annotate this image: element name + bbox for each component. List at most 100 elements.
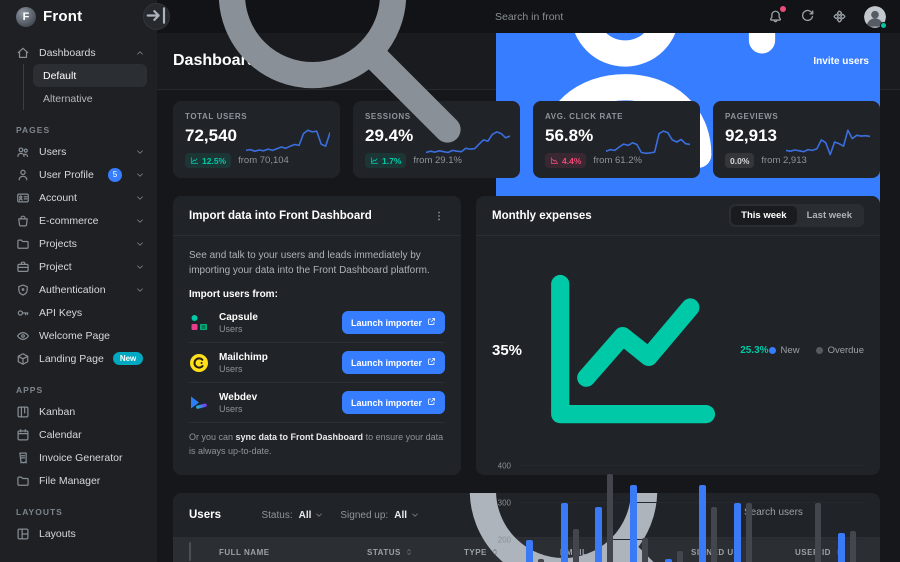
trend-up-icon <box>529 245 737 456</box>
bar-overdue[interactable] <box>607 474 613 562</box>
bar-overdue[interactable] <box>746 503 752 562</box>
avatar[interactable] <box>864 6 886 28</box>
folder-icon <box>16 474 30 488</box>
box-icon <box>16 352 30 366</box>
external-link-icon <box>427 397 436 408</box>
chart-plot <box>518 466 864 562</box>
sidebar-item-file-manager[interactable]: File Manager <box>0 469 157 492</box>
sidebar-item-landing-page[interactable]: Landing PageNew <box>0 347 157 370</box>
signed-up-filter[interactable]: Signed up: All <box>340 510 420 521</box>
search-input[interactable] <box>495 11 715 23</box>
sidebar-item-user-profile[interactable]: User Profile5 <box>0 163 157 186</box>
sidebar-section-heading-layouts: LAYOUTS <box>0 507 157 517</box>
legend-item-overdue[interactable]: Overdue <box>816 345 864 356</box>
bar-group-may-2 <box>553 466 588 562</box>
bar-chart: 4003002001000 <box>492 466 864 562</box>
launch-importer-button[interactable]: Launch importer <box>342 391 445 414</box>
import-source-name: Webdev <box>219 391 332 404</box>
launch-importer-button[interactable]: Launch importer <box>342 351 445 374</box>
chevron-down-icon <box>135 216 145 226</box>
sidebar-item-projects[interactable]: Projects <box>0 232 157 255</box>
sidebar-item-account[interactable]: Account <box>0 186 157 209</box>
sidebar-item-calendar[interactable]: Calendar <box>0 423 157 446</box>
bar-overdue[interactable] <box>815 503 821 562</box>
sidebar-nav: Dashboards DefaultAlternative PAGES UsersUs… <box>0 33 157 562</box>
chevron-down-icon <box>410 510 420 520</box>
bar-new[interactable] <box>699 485 706 562</box>
brand-logo[interactable]: F Front <box>0 0 157 33</box>
online-status-dot <box>880 22 887 29</box>
bar-overdue[interactable] <box>538 559 544 562</box>
sidebar: F Front Dashboards DefaultAlternative PAGE… <box>0 0 157 562</box>
sidebar-item-api-keys[interactable]: API Keys <box>0 301 157 324</box>
front-logo-icon: F <box>16 7 36 27</box>
bar-overdue[interactable] <box>677 551 683 562</box>
idcard-icon <box>16 191 30 205</box>
sidebar-item-authentication[interactable]: Authentication <box>0 278 157 301</box>
import-footer: Or you can sync data to Front Dashboard … <box>189 423 445 458</box>
bar-overdue[interactable] <box>711 507 717 562</box>
sidebar-item-dashboards[interactable]: Dashboards <box>0 41 157 64</box>
import-row-capsule: CapsuleUsers Launch importer <box>189 303 445 343</box>
legend-item-new[interactable]: New <box>769 345 800 356</box>
bar-new[interactable] <box>526 540 533 562</box>
chart-y-axis: 4003002001000 <box>492 466 518 562</box>
sidebar-collapse-button[interactable] <box>143 3 170 30</box>
topbar <box>157 0 900 33</box>
status-filter[interactable]: Status: All <box>261 510 324 521</box>
select-all-checkbox[interactable] <box>189 542 191 561</box>
chevron-down-icon <box>135 147 145 157</box>
sidebar-item-kanban[interactable]: Kanban <box>0 400 157 423</box>
sidebar-item-alternative[interactable]: Alternative <box>23 87 147 110</box>
sidebar-item-layouts[interactable]: Layouts <box>0 522 157 545</box>
import-card: Import data into Front Dashboard See and… <box>173 196 461 475</box>
bar-overdue[interactable] <box>850 531 856 562</box>
bar-group-may-6 <box>691 466 726 562</box>
import-row-webdev: WebdevUsersLaunch importer <box>189 383 445 423</box>
key-icon <box>16 306 30 320</box>
bar-new[interactable] <box>630 485 637 562</box>
sidebar-item-label: Layouts <box>39 528 145 540</box>
sidebar-section-heading-pages: PAGES <box>0 125 157 135</box>
bell-icon[interactable] <box>768 9 783 24</box>
sidebar-item-label: Invoice Generator <box>39 452 145 464</box>
column-header-status[interactable]: STATUS <box>367 548 464 557</box>
chevron-down-icon <box>135 193 145 203</box>
column-header-full-name: FULL NAME <box>219 548 367 557</box>
import-source-name: Mailchimp <box>219 351 332 364</box>
bar-overdue[interactable] <box>573 529 579 562</box>
y-tick-label: 200 <box>498 536 511 545</box>
kebab-menu-icon[interactable] <box>433 210 445 222</box>
bar-new[interactable] <box>561 503 568 562</box>
sidebar-item-default[interactable]: Default <box>23 64 147 87</box>
sync-data-link[interactable]: sync data to Front Dashboard <box>236 432 364 442</box>
sidebar-item-invoice-generator[interactable]: Invoice Generator <box>0 446 157 469</box>
bar-new[interactable] <box>838 533 845 562</box>
sidebar-item-label: Dashboards <box>39 47 126 59</box>
notification-dot <box>780 6 786 12</box>
import-row-text: CapsuleUsers <box>219 311 332 334</box>
folder-icon <box>16 237 30 251</box>
eye-icon <box>16 329 30 343</box>
refresh-icon[interactable] <box>800 9 815 24</box>
bar-group-may-7 <box>726 466 761 562</box>
this-week-button[interactable]: This week <box>731 206 796 225</box>
bar-new[interactable] <box>665 559 672 562</box>
sort-icon[interactable] <box>405 548 413 556</box>
topbar-actions <box>768 6 900 28</box>
last-week-button[interactable]: Last week <box>797 206 862 225</box>
sidebar-item-e-commerce[interactable]: E-commerce <box>0 209 157 232</box>
expenses-delta: 25.3% <box>529 245 769 456</box>
sidebar-item-welcome-page[interactable]: Welcome Page <box>0 324 157 347</box>
bag-icon <box>16 214 30 228</box>
widgets-icon[interactable] <box>832 9 847 24</box>
sidebar-item-users[interactable]: Users <box>0 140 157 163</box>
bar-new[interactable] <box>595 507 602 562</box>
users-icon <box>16 145 30 159</box>
import-subtitle: Import users from: <box>189 289 445 300</box>
sidebar-item-project[interactable]: Project <box>0 255 157 278</box>
y-tick-label: 400 <box>498 462 511 471</box>
bar-overdue[interactable] <box>642 538 648 562</box>
bar-new[interactable] <box>734 503 741 562</box>
launch-importer-button[interactable]: Launch importer <box>342 311 445 334</box>
